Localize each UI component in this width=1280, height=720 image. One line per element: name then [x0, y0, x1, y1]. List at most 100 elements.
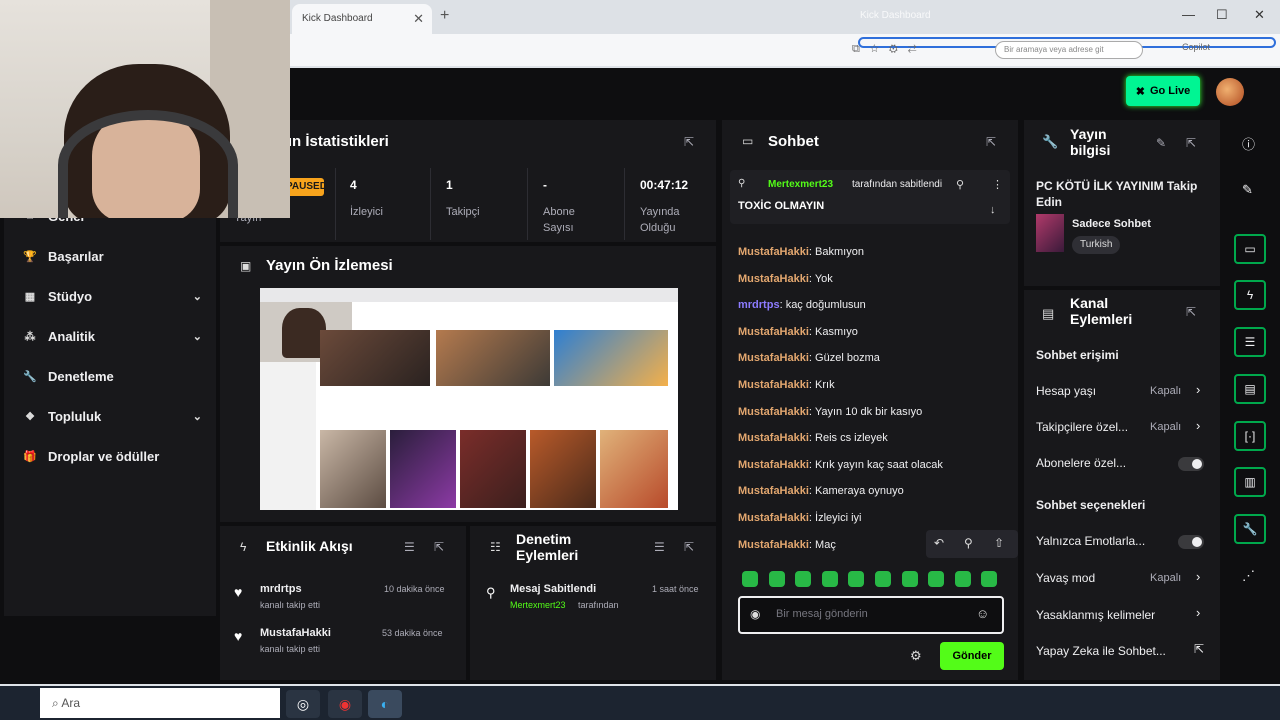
pin-message-icon[interactable]: ⚲ [964, 536, 973, 550]
minimize-icon[interactable]: — [1182, 7, 1195, 22]
gear-icon[interactable]: ⚙ [910, 648, 922, 664]
rail-chat-button[interactable]: ▭ [1234, 234, 1266, 264]
emote-icon[interactable] [875, 571, 891, 587]
chat-message[interactable]: MustafaHakki: Güzel bozma [738, 352, 880, 364]
chat-message[interactable]: MustafaHakki: Krık [738, 379, 835, 391]
popout-icon[interactable]: ⇱ [1186, 305, 1196, 319]
sidebar-item-drops[interactable]: 🎁 Droplar ve ödüller [22, 444, 202, 468]
chat-username[interactable]: MustafaHakki [738, 273, 809, 285]
rail-message-button[interactable]: ▤ [1234, 374, 1266, 404]
chat-message[interactable]: MustafaHakki: Reis cs izleyek [738, 432, 888, 444]
steam-icon[interactable]: ◎ [286, 690, 320, 718]
emote-icon[interactable] [742, 571, 758, 587]
chat-username[interactable]: MustafaHakki [738, 379, 809, 391]
maximize-icon[interactable]: ☐ [1216, 7, 1228, 23]
emote-only-toggle[interactable] [1178, 535, 1204, 549]
toolbar-icons[interactable]: ⧉☆⚙⇄ [852, 43, 927, 56]
new-tab-button[interactable]: + [440, 7, 449, 25]
emote-icon[interactable] [848, 571, 865, 587]
popout-icon[interactable]: ⇱ [434, 540, 444, 554]
mod-action-suffix: tarafından [578, 600, 619, 610]
chat-message[interactable]: MustafaHakki: Yayın 10 dk bir kasıyo [738, 406, 922, 418]
browser-search-input[interactable]: Bir aramaya veya adrese git [995, 41, 1143, 59]
chat-message[interactable]: MustafaHakki: İzleyici iyi [738, 512, 862, 524]
sidebar-item-studio[interactable]: ▦ Stüdyo ⌄ [22, 284, 202, 308]
chat-username[interactable]: MustafaHakki [738, 459, 809, 471]
emote-icon[interactable] [928, 571, 945, 587]
subscribers-only-toggle[interactable] [1178, 457, 1204, 471]
emote-icon[interactable] [954, 571, 971, 587]
filter-icon[interactable]: ☰ [654, 540, 665, 554]
chat-username[interactable]: MustafaHakki [738, 352, 809, 364]
rail-embed-button[interactable]: [·] [1234, 421, 1266, 451]
share-icon[interactable]: ⋰ [1242, 568, 1255, 584]
chat-message[interactable]: MustafaHakki: Bakmıyon [738, 246, 864, 258]
info-icon[interactable]: ⓘ [1242, 134, 1255, 153]
edge-icon[interactable]: ◐ [368, 690, 402, 718]
chat-message[interactable]: MustafaHakki: Kasmıyo [738, 326, 858, 338]
pinned-by-user[interactable]: Mertexmert23 [768, 179, 833, 190]
chat-username[interactable]: MustafaHakki [738, 326, 809, 338]
emote-icon[interactable] [768, 571, 785, 587]
rail-layout-button[interactable]: ▥ [1234, 467, 1266, 497]
undo-icon[interactable]: ↶ [934, 536, 944, 550]
edit-icon[interactable]: ✎ [1156, 136, 1166, 150]
chat-message[interactable]: MustafaHakki: Kameraya oynuyo [738, 485, 904, 497]
emoji-icon[interactable]: ☺ [976, 606, 989, 621]
chevron-right-icon[interactable]: › [1196, 605, 1200, 620]
popout-icon[interactable]: ⇱ [684, 540, 694, 554]
emote-icon[interactable] [981, 571, 998, 587]
taskbar-search[interactable]: ⌕ Ara [40, 688, 280, 718]
sidebar-item-analytics[interactable]: ⁂ Analitik ⌄ [22, 324, 203, 348]
emote-icon[interactable] [821, 571, 838, 587]
chat-message[interactable]: MustafaHakki: Yok [738, 273, 833, 285]
more-icon[interactable]: ⋮ [992, 178, 1003, 191]
emote-icon[interactable] [901, 571, 918, 587]
upload-icon[interactable]: ⇧ [994, 536, 1004, 550]
filter-icon[interactable]: ☰ [404, 540, 415, 554]
sidebar-item-moderation[interactable]: 🔧 Denetleme [22, 364, 202, 388]
chevron-right-icon[interactable]: › [1196, 418, 1200, 433]
chat-username[interactable]: MustafaHakki [738, 485, 809, 497]
external-link-icon[interactable]: ⇱ [1194, 642, 1204, 656]
close-window-icon[interactable]: ✕ [1254, 7, 1265, 23]
rail-lightning-button[interactable]: ϟ [1234, 280, 1266, 310]
activity-user[interactable]: MustafaHakki [260, 627, 331, 639]
sidebar-item-achievements[interactable]: 🏆 Başarılar [22, 244, 202, 268]
stream-preview-video[interactable] [260, 288, 678, 510]
chat-message[interactable]: mrdrtps: kaç doğumlusun [738, 299, 866, 311]
chat-message[interactable]: MustafaHakki: Maç [738, 539, 836, 551]
popout-icon[interactable]: ⇱ [986, 135, 996, 149]
mod-actions-title: Denetim Eylemleri [516, 531, 579, 563]
sidebar-item-label: Droplar ve ödüller [48, 448, 160, 464]
chevron-right-icon[interactable]: › [1196, 382, 1200, 397]
expand-icon[interactable]: ↓ [990, 204, 996, 216]
chat-username[interactable]: MustafaHakki [738, 432, 809, 444]
emote-icon[interactable] [795, 571, 812, 587]
chat-username[interactable]: MustafaHakki [738, 406, 809, 418]
avatar[interactable] [1216, 78, 1244, 106]
rail-wrench-button[interactable]: 🔧 [1234, 514, 1266, 544]
mod-action-user[interactable]: Mertexmert23 [510, 600, 566, 610]
chevron-right-icon[interactable]: › [1196, 569, 1200, 584]
eye-icon[interactable]: ◉ [750, 607, 760, 621]
app-icon[interactable]: ◉ [328, 690, 362, 718]
browser-tab[interactable]: Kick Dashboard ✕ [292, 4, 432, 34]
chat-username[interactable]: MustafaHakki [738, 512, 809, 524]
unpin-icon[interactable]: ⚲ [956, 178, 964, 191]
copilot-button[interactable]: Copilot [1182, 42, 1210, 52]
popout-icon[interactable]: ⇱ [684, 135, 694, 149]
chat-username[interactable]: MustafaHakki [738, 246, 809, 258]
chat-username[interactable]: mrdrtps [738, 299, 780, 311]
chat-message[interactable]: MustafaHakki: Krık yayın kaç saat olacak [738, 459, 943, 471]
close-tab-icon[interactable]: ✕ [413, 11, 424, 27]
edit-icon[interactable]: ✎ [1242, 182, 1253, 198]
rail-list-button[interactable]: ☰ [1234, 327, 1266, 357]
sidebar-item-community[interactable]: ❖ Topluluk ⌄ [22, 404, 202, 428]
send-button[interactable]: Gönder [940, 642, 1004, 670]
popout-icon[interactable]: ⇱ [1186, 136, 1196, 150]
activity-user[interactable]: mrdrtps [260, 583, 302, 595]
go-live-button[interactable]: ✖ Go Live [1126, 76, 1200, 106]
category-name[interactable]: Sadece Sohbet [1072, 218, 1151, 230]
chat-username[interactable]: MustafaHakki [738, 539, 809, 551]
